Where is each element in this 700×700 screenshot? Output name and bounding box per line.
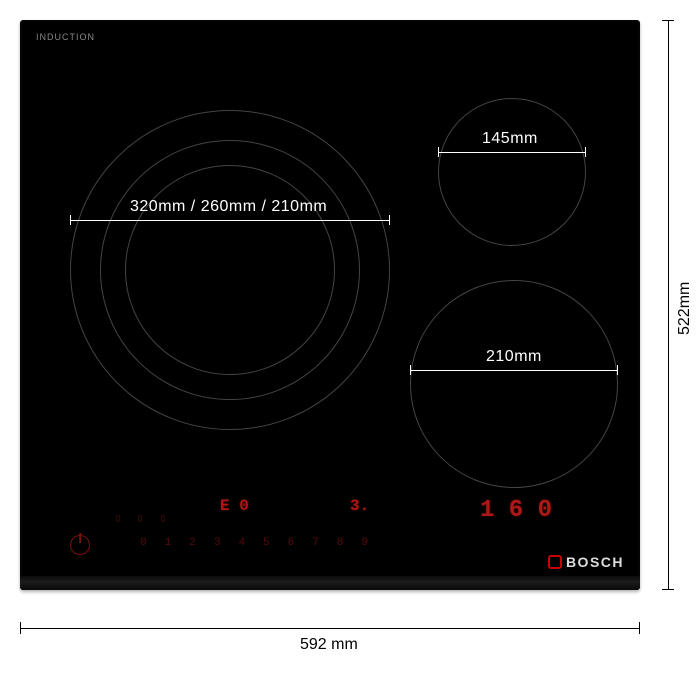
slider-tick[interactable]: 6 bbox=[288, 537, 295, 549]
dim-tick bbox=[410, 365, 411, 375]
display-mid: 3. bbox=[350, 497, 369, 515]
slider-tick[interactable]: 0 bbox=[140, 537, 147, 549]
bosch-icon bbox=[548, 555, 562, 569]
triple-ring-inner bbox=[125, 165, 335, 375]
slider-tick[interactable]: 3 bbox=[214, 537, 221, 549]
medium-dim-line bbox=[410, 370, 618, 371]
dim-tick bbox=[617, 365, 618, 375]
small-dim-label: 145mm bbox=[482, 130, 538, 148]
slider-tick[interactable]: 4 bbox=[238, 537, 245, 549]
slider-tick[interactable]: 5 bbox=[263, 537, 270, 549]
power-button[interactable] bbox=[70, 535, 90, 555]
slider-tick[interactable]: 7 bbox=[312, 537, 319, 549]
small-ring bbox=[438, 98, 586, 246]
slider-tick[interactable]: 8 bbox=[337, 537, 344, 549]
width-dim-line bbox=[20, 628, 640, 629]
width-dim-label: 592 mm bbox=[300, 636, 358, 654]
display-right: 1 6 0 bbox=[480, 497, 552, 524]
dim-tick bbox=[70, 215, 71, 225]
induction-label: INDUCTION bbox=[36, 32, 95, 44]
brand-logo: BOSCH bbox=[548, 554, 624, 570]
slider-tick[interactable]: 2 bbox=[189, 537, 196, 549]
zone-select-icon[interactable]: ▯ bbox=[115, 513, 121, 525]
brand-text: BOSCH bbox=[566, 554, 624, 570]
triple-dim-label: 320mm / 260mm / 210mm bbox=[130, 198, 327, 216]
height-dim-label: 522mm bbox=[676, 282, 694, 335]
display-left: E 0 bbox=[220, 497, 249, 515]
slider-tick[interactable]: 9 bbox=[361, 537, 368, 549]
slider-tick[interactable]: 1 bbox=[165, 537, 172, 549]
control-panel: ▯ ▯ ▯ E 0 3. 1 6 0 0 1 2 3 4 5 6 7 8 9 bbox=[70, 497, 622, 562]
zone-small bbox=[438, 98, 586, 246]
zone-medium bbox=[410, 280, 618, 488]
dim-tick bbox=[389, 215, 390, 225]
triple-dim-line bbox=[70, 220, 390, 221]
dim-tick bbox=[585, 147, 586, 157]
power-slider[interactable]: 0 1 2 3 4 5 6 7 8 9 bbox=[140, 537, 368, 549]
medium-ring bbox=[410, 280, 618, 488]
zone-select-icon[interactable]: ▯ bbox=[137, 513, 143, 525]
dim-tick bbox=[438, 147, 439, 157]
label-induction: INDUCTION bbox=[36, 32, 95, 42]
height-dim-line bbox=[668, 20, 669, 590]
induction-cooktop: INDUCTION 320mm / 260mm / 210mm 145mm 21… bbox=[20, 20, 640, 590]
medium-dim-label: 210mm bbox=[486, 348, 542, 366]
zone-triple bbox=[70, 110, 390, 430]
small-dim-line bbox=[438, 152, 586, 153]
zone-select-icon[interactable]: ▯ bbox=[160, 513, 166, 525]
